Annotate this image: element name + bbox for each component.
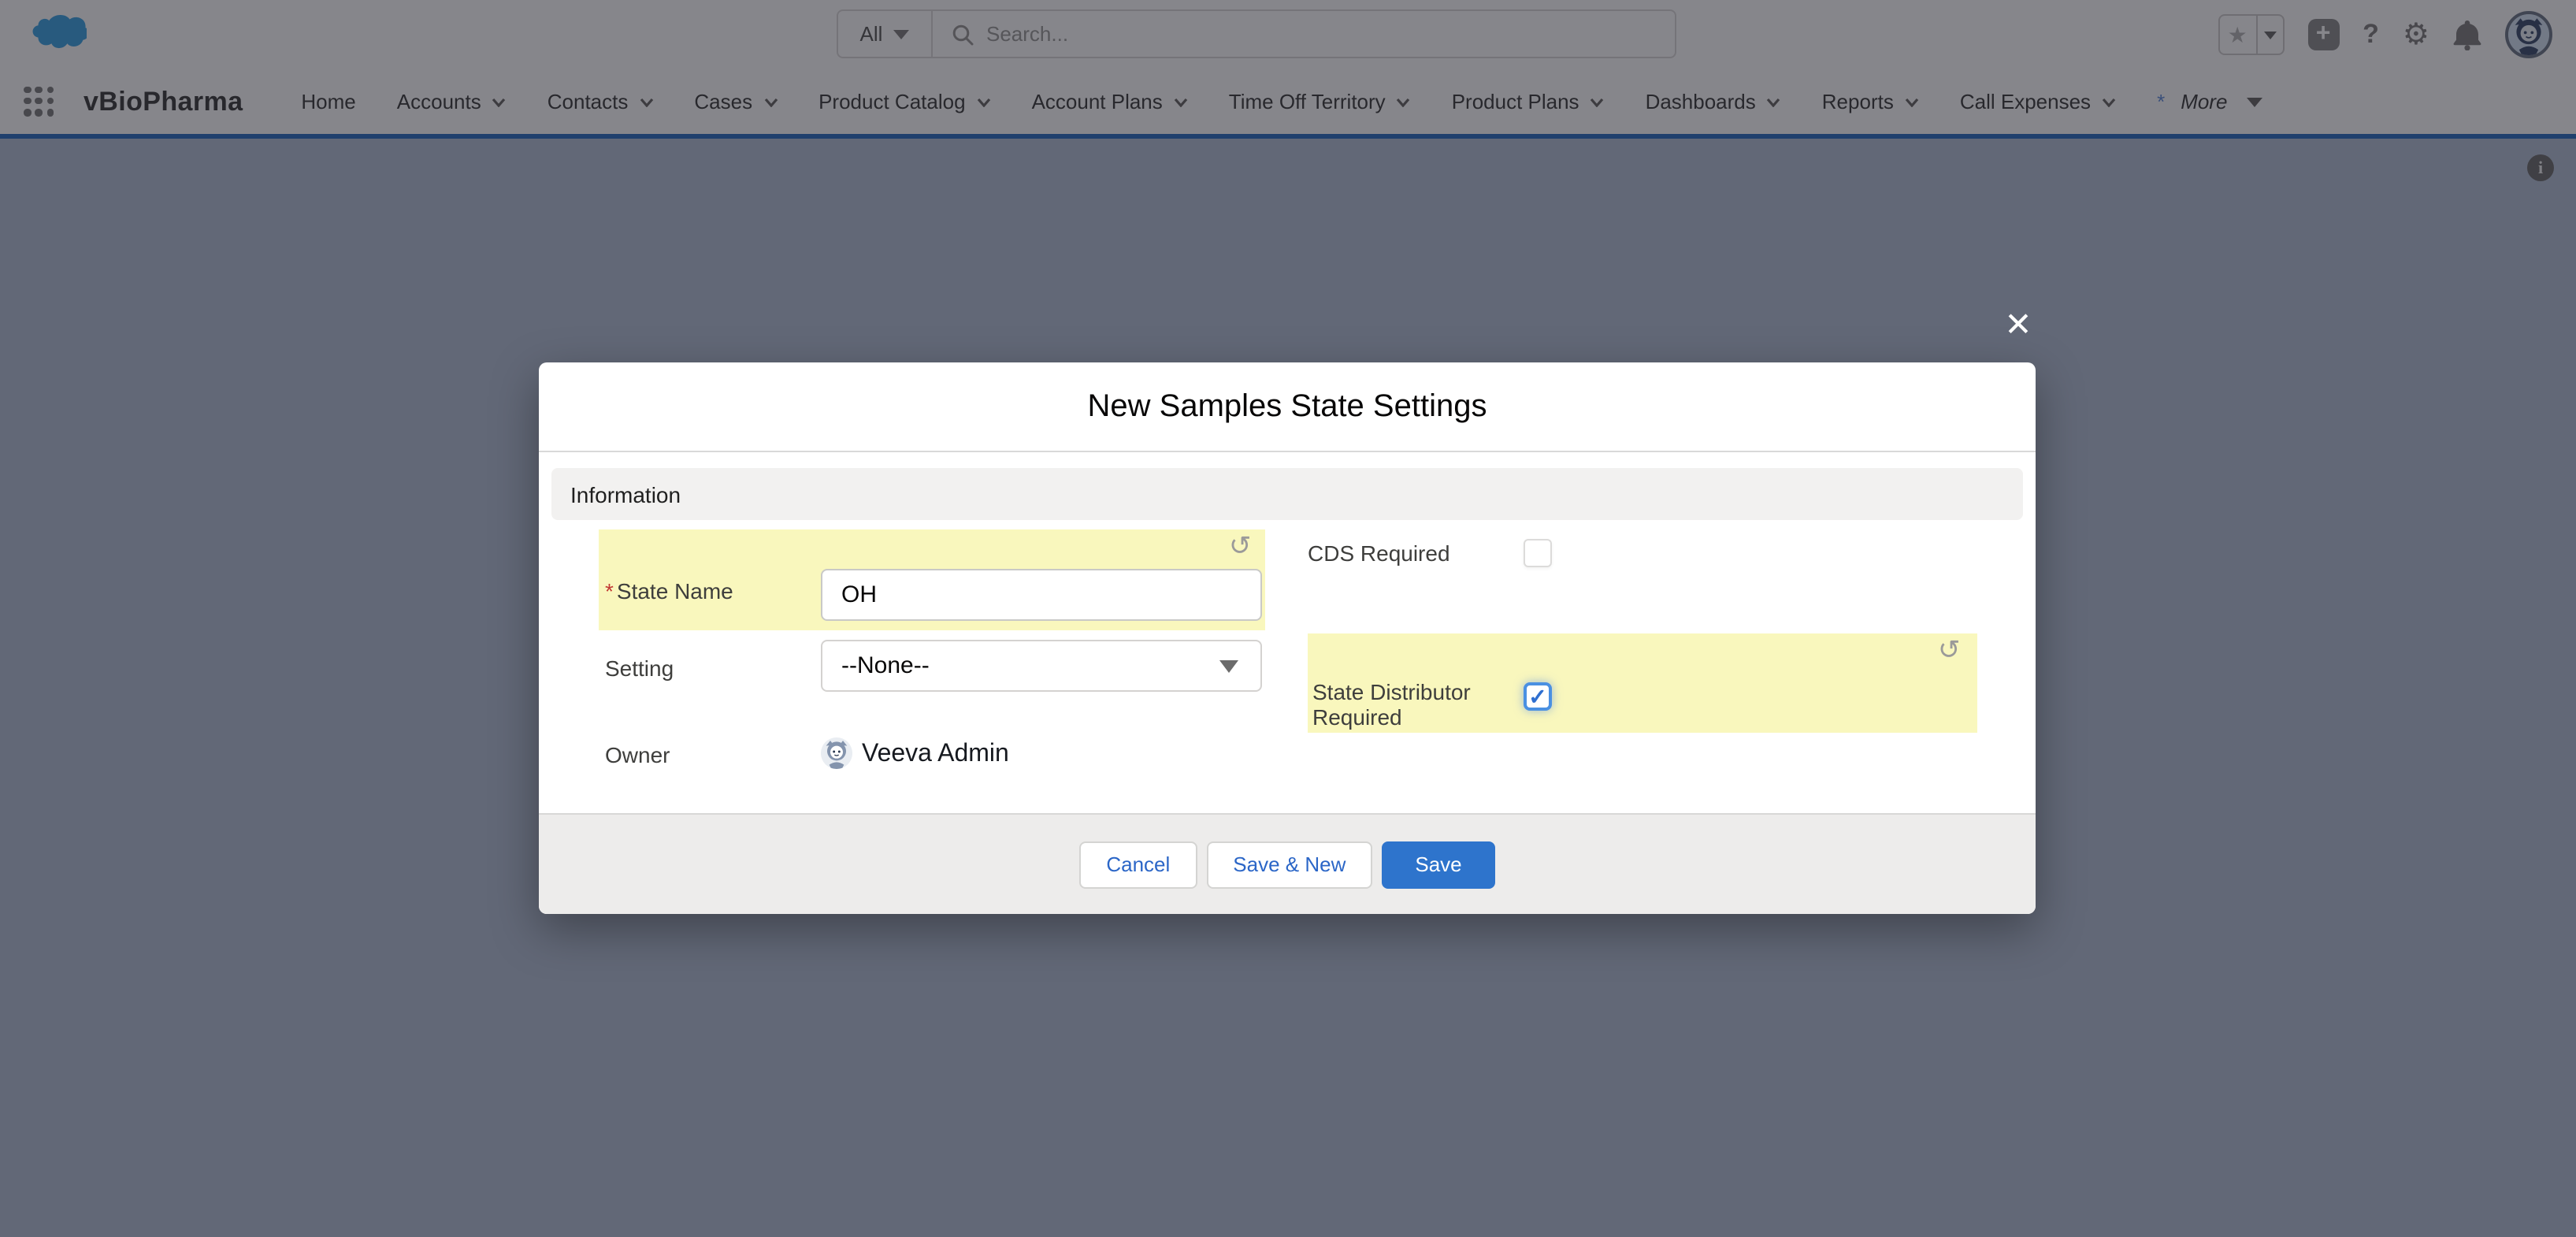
- new-samples-state-settings-modal: ✕ New Samples State Settings Information…: [539, 307, 2036, 914]
- undo-icon[interactable]: ↺: [1229, 533, 1252, 559]
- save-button[interactable]: Save: [1382, 841, 1495, 888]
- caret-down-icon: [1219, 659, 1238, 672]
- owner-value: Veeva Admin: [862, 741, 1009, 767]
- save-and-new-button[interactable]: Save & New: [1206, 841, 1373, 888]
- setting-selected-value: --None--: [841, 652, 930, 679]
- undo-icon[interactable]: ↺: [1938, 637, 1961, 663]
- modal-footer: Cancel Save & New Save: [539, 813, 2036, 914]
- owner-label: Owner: [605, 742, 670, 767]
- owner-avatar: [821, 737, 852, 769]
- close-icon: ✕: [2004, 307, 2032, 344]
- modal-title: New Samples State Settings: [539, 362, 2036, 452]
- section-title: Information: [570, 481, 681, 507]
- setting-select[interactable]: --None--: [821, 640, 1262, 692]
- app-stage: All ★ + ? ⚙: [0, 0, 2576, 1237]
- cds-required-checkbox[interactable]: [1524, 539, 1552, 567]
- astro-avatar-icon: [821, 737, 852, 769]
- close-button[interactable]: ✕: [1998, 306, 2039, 347]
- setting-label: Setting: [605, 656, 674, 681]
- state-name-label: * State Name: [605, 578, 733, 604]
- checkmark-icon: ✓: [1528, 683, 1547, 708]
- cds-required-label: CDS Required: [1308, 540, 1450, 566]
- state-name-input[interactable]: [821, 569, 1262, 621]
- information-section-header: Information: [551, 468, 2023, 520]
- cancel-button[interactable]: Cancel: [1079, 841, 1197, 888]
- state-distributor-required-label: State Distributor Required: [1312, 679, 1471, 730]
- state-distributor-required-checkbox[interactable]: ✓: [1524, 682, 1552, 711]
- required-asterisk: *: [605, 578, 614, 604]
